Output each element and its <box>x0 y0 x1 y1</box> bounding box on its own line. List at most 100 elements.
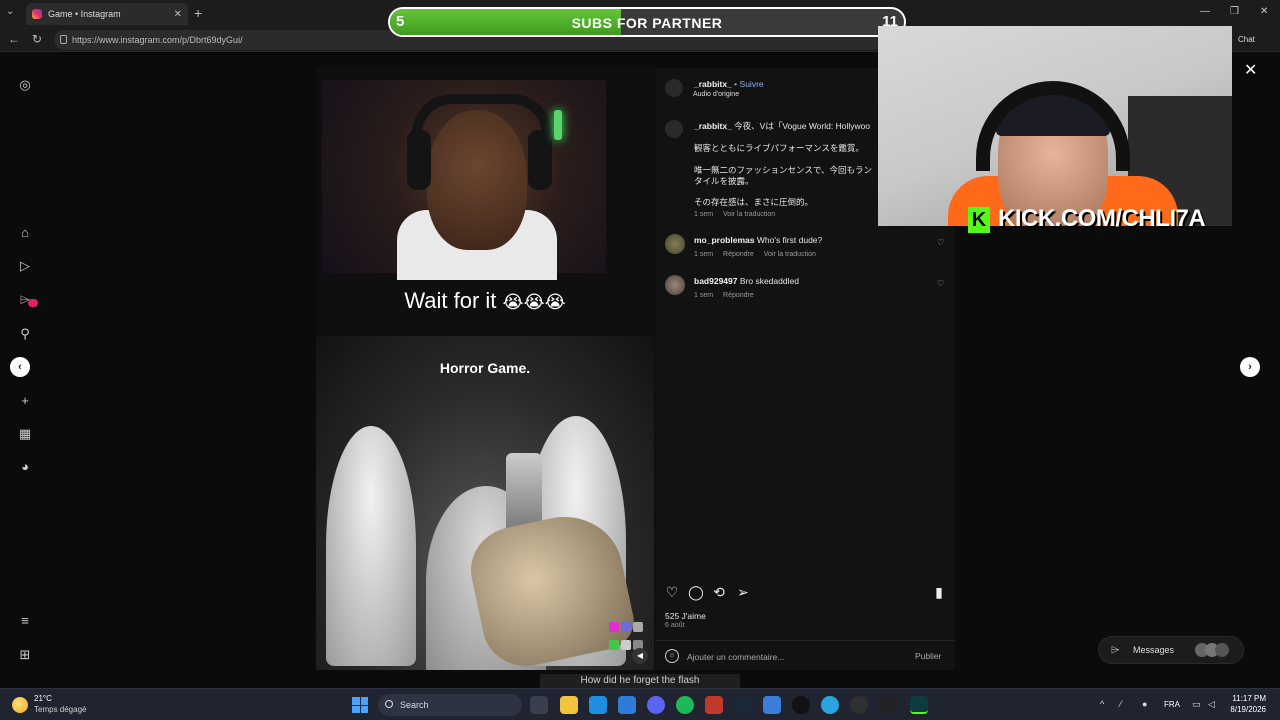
search-icon[interactable]: ⚲ <box>17 326 33 342</box>
mail-app-icon[interactable] <box>763 696 781 714</box>
video-subtitle: How did he forget the flash <box>540 674 740 688</box>
comment-1-translate[interactable]: Voir la traduction <box>764 251 816 258</box>
tab-menu-chevron-icon[interactable]: ⌄ <box>6 6 14 17</box>
comment-2-meta: 1 sem Répondre <box>694 292 762 299</box>
input-language[interactable]: FRA <box>1164 700 1180 709</box>
tray-overflow-chevron-icon[interactable]: ^ <box>1100 699 1104 709</box>
mute-speaker-icon[interactable]: ◀ <box>632 648 648 664</box>
restore-icon[interactable]: ❐ <box>1230 6 1239 17</box>
instagram-favicon-icon <box>32 9 42 19</box>
comment-bubble-icon[interactable]: ◯ <box>688 584 704 600</box>
microphone-icon[interactable]: ● <box>1142 699 1147 709</box>
comment-1-time: 1 sem <box>694 251 714 258</box>
comment-2-reply[interactable]: Répondre <box>723 292 754 299</box>
window-close-icon[interactable]: ✕ <box>1260 6 1268 17</box>
reload-icon[interactable]: ↻ <box>32 32 42 46</box>
game-app-icon[interactable] <box>705 696 723 714</box>
weather-moon-icon[interactable] <box>12 697 28 713</box>
windows-start-icon[interactable] <box>352 697 368 713</box>
active-app-icon[interactable] <box>910 696 928 714</box>
comment-1-user[interactable]: mo_problemas <box>694 235 754 245</box>
like-heart-icon[interactable]: ♡ <box>664 584 680 600</box>
network-monitor-icon[interactable]: ▭ <box>1192 699 1201 710</box>
like-count[interactable]: 525 J'aime <box>665 611 706 621</box>
browser-tab[interactable]: Game • Instagram ✕ <box>26 3 188 25</box>
taskbar-search-label: Search <box>400 700 429 710</box>
ghost-left <box>326 426 416 666</box>
home-icon[interactable]: ⌂ <box>17 225 33 241</box>
create-plus-icon[interactable]: + <box>17 393 33 409</box>
editor-app-icon[interactable] <box>880 696 898 714</box>
spotify-icon[interactable] <box>676 696 694 714</box>
discord-icon[interactable] <box>647 696 665 714</box>
overlay-icon-a <box>609 622 619 632</box>
close-post-icon[interactable]: ✕ <box>1244 60 1257 80</box>
minimize-icon[interactable]: — <box>1200 6 1210 17</box>
messages-pill[interactable]: ⌲ Messages <box>1098 636 1244 664</box>
post-header: _rabbitx_ • Suivre <box>694 79 764 89</box>
edge-browser-icon[interactable] <box>589 696 607 714</box>
steam-icon[interactable] <box>734 696 752 714</box>
reels-icon[interactable]: ▷ <box>17 258 33 274</box>
comment-avatar-2[interactable] <box>665 275 685 295</box>
audio-label[interactable]: Audio d'origine <box>693 91 739 98</box>
caption-line-3: 唯一無二のファッションセンスで、今回もラン <box>694 165 872 175</box>
caption-avatar[interactable] <box>665 120 683 138</box>
telegram-icon[interactable] <box>821 696 839 714</box>
publish-button[interactable]: Publier <box>915 651 941 661</box>
back-arrow-icon[interactable]: ← <box>8 32 20 46</box>
follow-button[interactable]: Suivre <box>740 79 764 89</box>
comment-avatar-1[interactable] <box>665 234 685 254</box>
chat-label[interactable]: Chat <box>1238 35 1255 44</box>
emoji-icon[interactable]: ☺ <box>665 649 679 663</box>
weather-temperature[interactable]: 21°C <box>34 694 52 703</box>
obs-icon[interactable] <box>850 696 868 714</box>
kick-channel-url: KICK.COM/CHLI7A <box>998 205 1206 232</box>
tray-pen-icon[interactable]: ⁄ <box>1120 699 1122 709</box>
volume-icon[interactable]: ◁ <box>1208 699 1215 710</box>
weather-description[interactable]: Temps dégagé <box>34 705 86 714</box>
messages-avatar-3 <box>1215 643 1229 657</box>
comment-1-like-heart-icon[interactable]: ♡ <box>937 238 944 247</box>
store-icon[interactable] <box>618 696 636 714</box>
next-post-arrow-icon[interactable]: › <box>1240 357 1260 377</box>
dashboard-icon[interactable]: ▦ <box>17 426 33 442</box>
more-apps-icon[interactable]: ⊞ <box>17 647 33 663</box>
author-avatar[interactable] <box>665 79 683 97</box>
comment-1-reply[interactable]: Répondre <box>723 251 754 258</box>
video-headset-band <box>412 94 552 134</box>
capcut-icon[interactable] <box>792 696 810 714</box>
comment-2-like-heart-icon[interactable]: ♡ <box>937 279 944 288</box>
kick-logo-icon: K <box>968 207 990 233</box>
share-send-icon[interactable]: ➢ <box>735 584 751 600</box>
menu-icon[interactable]: ≡ <box>17 613 33 629</box>
lock-icon <box>60 35 67 44</box>
instagram-logo-icon[interactable]: ◎ <box>17 77 33 93</box>
comment-input[interactable] <box>687 650 897 664</box>
reel-video[interactable]: Wait for it 😭😭😭 Horror Game. ◀ <box>316 68 654 670</box>
messages-icon: ⌲ <box>1111 644 1120 656</box>
clock-date[interactable]: 8/19/2026 <box>1222 705 1266 714</box>
file-explorer-icon[interactable] <box>560 696 578 714</box>
clock-time[interactable]: 11:17 PM <box>1222 694 1266 703</box>
save-bookmark-icon[interactable]: ▮ <box>931 584 947 600</box>
author-username[interactable]: _rabbitx_ <box>694 79 732 89</box>
previous-post-arrow-icon[interactable]: ‹ <box>10 357 30 377</box>
overlay-icon-c <box>633 622 643 632</box>
repost-icon[interactable]: ⟲ <box>711 584 727 600</box>
caption-line-1: _rabbitx_ 今夜、Vは「Vogue World: Hollywoo <box>694 121 884 132</box>
taskbar-search[interactable]: Search <box>378 694 522 716</box>
caption-username[interactable]: _rabbitx_ <box>694 121 732 131</box>
video-caption-text: Wait for it <box>404 288 497 313</box>
video-streamer-frame <box>322 80 606 280</box>
task-view-icon[interactable] <box>530 696 548 714</box>
windows-taskbar: 21°C Temps dégagé Search ^ ⁄ ● FRA ▭ ◁ 1… <box>0 688 1280 720</box>
new-tab-button[interactable]: + <box>194 5 208 21</box>
subs-goal-label: SUBS FOR PARTNER <box>571 15 723 31</box>
caption-translate-link[interactable]: Voir la traduction <box>723 211 775 218</box>
tab-close-icon[interactable]: ✕ <box>174 9 182 20</box>
comment-2-user[interactable]: bad929497 <box>694 276 737 286</box>
meta-ai-icon[interactable]: ◕ <box>17 459 33 475</box>
overlay-icon-b <box>621 622 631 632</box>
video-caption-emoji: 😭😭😭 <box>502 292 566 312</box>
